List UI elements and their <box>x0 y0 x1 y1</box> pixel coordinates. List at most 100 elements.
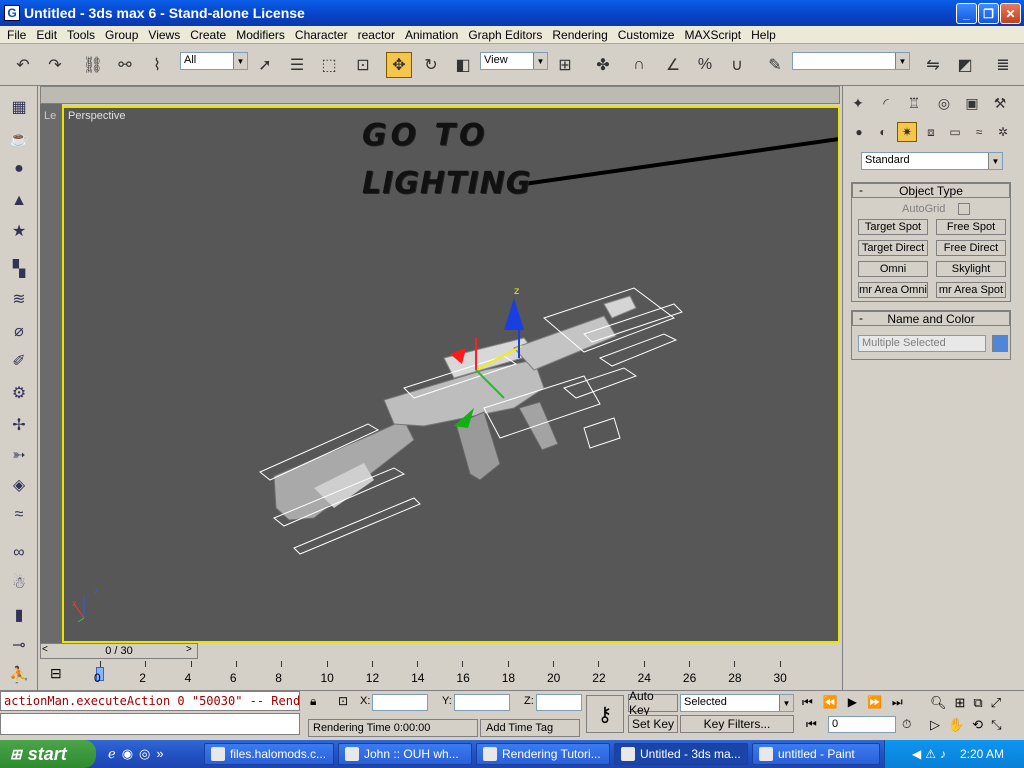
left-viewport-slice[interactable] <box>40 104 62 644</box>
key-mode-dropdown[interactable]: Selected ▼ <box>680 694 794 712</box>
teapot-icon[interactable]: ☕ <box>8 128 30 150</box>
z-coordinate-field[interactable] <box>536 694 582 711</box>
utilities-tab-icon[interactable]: ⚒ <box>989 92 1011 114</box>
target-direct-button[interactable]: Target Direct <box>858 240 928 256</box>
menu-help[interactable]: Help <box>746 28 781 42</box>
viewport-nav-top[interactable]: 🔍︎⊞⧉⤢ <box>930 695 1009 711</box>
geometry-icon[interactable]: ● <box>849 122 869 142</box>
paint-icon[interactable]: ✐ <box>8 350 30 372</box>
wave-icon[interactable]: ≈ <box>8 504 30 526</box>
menu-modifiers[interactable]: Modifiers <box>231 28 290 42</box>
task-john[interactable]: John :: OUH wh... <box>338 743 472 765</box>
maxscript-listener-output[interactable]: actionMan.executeAction 0 "50030" -- Ren… <box>0 691 300 711</box>
maxscript-listener-input[interactable] <box>0 713 300 735</box>
undo-icon[interactable]: ↶ <box>10 52 36 78</box>
star-icon[interactable]: ★ <box>8 220 30 242</box>
absolute-mode-icon[interactable]: ⊡ <box>338 694 348 708</box>
viewport-nav-bottom[interactable]: ▷✋⟲⤡ <box>930 717 1009 733</box>
redo-icon[interactable]: ↷ <box>42 52 68 78</box>
modify-tab-icon[interactable]: ◜ <box>875 92 897 114</box>
time-slider[interactable]: 0 / 30 <box>40 643 198 659</box>
free-direct-button[interactable]: Free Direct <box>936 240 1006 256</box>
bind-space-warp-icon[interactable]: ⌇ <box>144 52 170 78</box>
shapes-icon[interactable]: ◐ <box>873 122 893 142</box>
menu-animation[interactable]: Animation <box>400 28 463 42</box>
manipulate-icon[interactable]: ✤ <box>590 52 616 78</box>
omni-button[interactable]: Omni <box>858 261 928 277</box>
unlink-icon[interactable]: ⚯ <box>112 52 138 78</box>
gear-icon[interactable]: ⚙ <box>8 382 30 404</box>
track-bar[interactable]: ⊟ 0 2 4 6 8 10 12 14 16 18 20 22 24 26 28 30 <box>40 659 840 689</box>
pivot-center-icon[interactable]: ⊞ <box>552 52 578 78</box>
task-rendering-tutorial[interactable]: Rendering Tutori... <box>476 743 610 765</box>
close-button[interactable]: ✕ <box>1000 3 1021 24</box>
helpers-icon[interactable]: ▭ <box>945 122 965 142</box>
fish-icon[interactable]: ➳ <box>8 444 30 466</box>
snap-3d-icon[interactable]: ∩ <box>626 52 652 78</box>
menu-character[interactable]: Character <box>290 28 353 42</box>
key-filters-button[interactable]: Key Filters... <box>680 715 794 733</box>
mirror-icon[interactable]: ⇋ <box>920 52 946 78</box>
set-key-icon[interactable]: ⚷ <box>586 695 624 733</box>
hierarchy-tab-icon[interactable]: ♖ <box>903 92 925 114</box>
lights-icon[interactable]: ✷ <box>897 122 917 142</box>
select-and-move-icon[interactable]: ✥ <box>386 52 412 78</box>
skylight-button[interactable]: Skylight <box>936 261 1006 277</box>
select-link-icon[interactable]: ⛓ <box>80 52 106 78</box>
select-and-scale-icon[interactable]: ◧ <box>450 52 476 78</box>
space-warps-icon[interactable]: ≈ <box>969 122 989 142</box>
menu-tools[interactable]: Tools <box>62 28 100 42</box>
set-key-button[interactable]: Set Key <box>628 715 678 733</box>
task-paint[interactable]: untitled - Paint <box>752 743 880 765</box>
start-button[interactable]: ⊞ start <box>0 740 96 768</box>
selection-filter-dropdown[interactable]: All ▼ <box>180 52 248 70</box>
menu-views[interactable]: Views <box>143 28 185 42</box>
tube-icon[interactable]: ⌀ <box>8 320 30 342</box>
named-selection-dropdown[interactable]: ▼ <box>792 52 910 70</box>
slider-right-arrow[interactable]: > <box>186 644 192 655</box>
select-and-rotate-icon[interactable]: ↻ <box>418 52 444 78</box>
menu-file[interactable]: File <box>2 28 31 42</box>
name-color-header[interactable]: - Name and Color <box>852 311 1010 326</box>
slider-left-arrow[interactable]: < <box>42 644 48 655</box>
object-type-header[interactable]: - Object Type <box>852 183 1010 198</box>
autogrid-checkbox[interactable] <box>958 203 970 215</box>
percent-snap-icon[interactable]: % <box>692 52 718 78</box>
light-category-dropdown[interactable]: Standard ▼ <box>861 152 1003 170</box>
menu-customize[interactable]: Customize <box>613 28 680 42</box>
playback-controls[interactable]: ⏮⏪▶⏩⏭ <box>802 695 913 710</box>
spinner-snap-icon[interactable]: ∪ <box>724 52 750 78</box>
menu-maxscript[interactable]: MAXScript <box>679 28 746 42</box>
cone-icon[interactable]: ▲ <box>8 190 30 212</box>
free-spot-button[interactable]: Free Spot <box>936 219 1006 235</box>
display-tab-icon[interactable]: ▣ <box>961 92 983 114</box>
motion-tab-icon[interactable]: ◎ <box>933 92 955 114</box>
minimize-button[interactable]: _ <box>956 3 977 24</box>
quick-launch[interactable]: ℯ◉◎» <box>108 746 170 762</box>
add-time-tag-button[interactable]: Add Time Tag <box>480 719 580 737</box>
lock-icon[interactable]: 🔒︎ <box>310 694 316 709</box>
menu-graph-editors[interactable]: Graph Editors <box>463 28 547 42</box>
panel-icon[interactable]: ▮ <box>8 604 30 626</box>
target-spot-button[interactable]: Target Spot <box>858 219 928 235</box>
task-halomods[interactable]: files.halomods.c... <box>204 743 334 765</box>
y-coordinate-field[interactable] <box>454 694 510 711</box>
x-coordinate-field[interactable] <box>372 694 428 711</box>
menu-rendering[interactable]: Rendering <box>547 28 612 42</box>
cameras-icon[interactable]: ⧈ <box>921 122 941 142</box>
rectangular-selection-icon[interactable]: ⬚ <box>316 52 342 78</box>
sphere-icon[interactable]: ● <box>8 158 30 180</box>
figure-icon[interactable]: ⛹ <box>8 664 30 686</box>
mr-area-omni-button[interactable]: mr Area Omni <box>858 282 928 298</box>
create-tab-icon[interactable]: ✦ <box>847 92 869 114</box>
object-name-field[interactable]: Multiple Selected <box>858 335 986 352</box>
current-frame-field[interactable]: 0 <box>828 716 896 733</box>
align-icon[interactable]: ◩ <box>952 52 978 78</box>
menu-reactor[interactable]: reactor <box>353 28 400 42</box>
systems-icon[interactable]: ✲ <box>993 122 1013 142</box>
select-by-name-icon[interactable]: ☰ <box>284 52 310 78</box>
key-mode-toggle-icon[interactable]: ⏮ <box>806 717 817 732</box>
clock[interactable]: 2:20 AM <box>960 747 1004 761</box>
plug-icon[interactable]: ⊸ <box>8 634 30 656</box>
layers-icon[interactable]: ≋ <box>8 288 30 310</box>
